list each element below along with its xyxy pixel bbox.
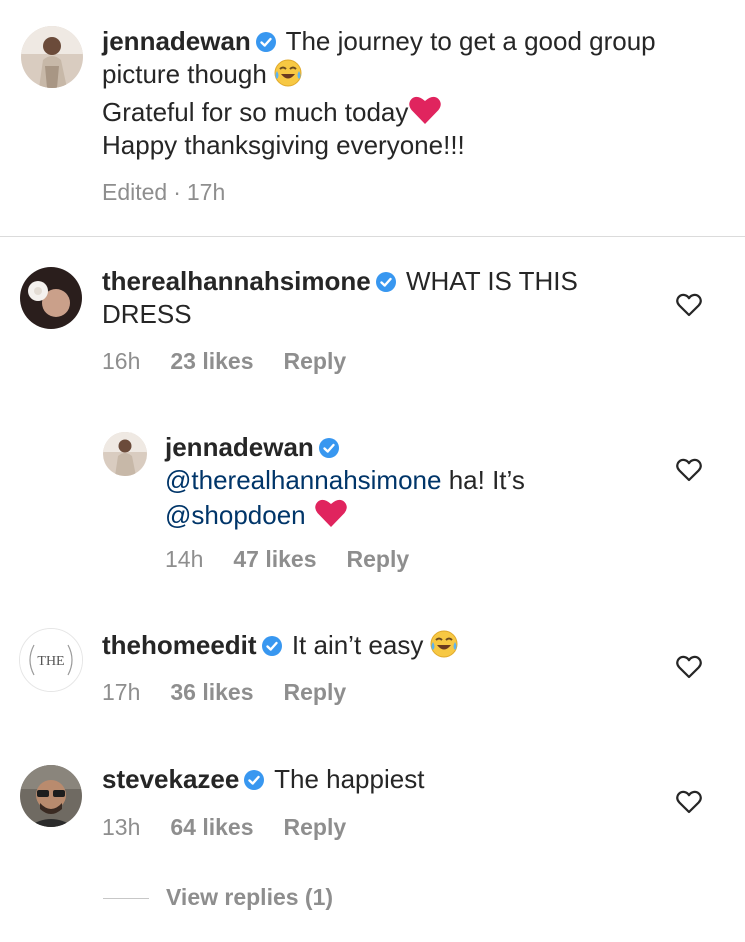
- verified-badge-icon: [261, 635, 283, 657]
- verified-badge-icon: [318, 437, 340, 459]
- view-replies-button[interactable]: View replies (1): [166, 884, 333, 911]
- face-with-tears-of-joy-icon: [273, 58, 303, 88]
- face-with-tears-of-joy-icon: [429, 629, 459, 659]
- reply-button[interactable]: Reply: [284, 814, 347, 840]
- avatar-stevekazee[interactable]: [20, 765, 82, 827]
- heart-outline-icon[interactable]: [676, 293, 702, 317]
- verified-badge-icon: [243, 769, 265, 791]
- comment-text-line-1: WHAT IS THIS: [405, 266, 578, 296]
- heart-outline-icon[interactable]: [676, 655, 702, 679]
- avatar-therealhannahsimone[interactable]: [20, 267, 82, 329]
- avatar-jennadewan-reply[interactable]: [103, 432, 147, 476]
- reply-text: jennadewan @therealhannahsimone ha! It’s…: [165, 431, 665, 532]
- caption-line-2: picture though: [102, 59, 267, 89]
- mention-link[interactable]: @shopdoen: [165, 500, 306, 530]
- view-replies-divider: [103, 898, 149, 899]
- comment-row: THE thehomeedit It ain’t easy 17h 36 like…: [0, 615, 745, 735]
- comment-text: thehomeedit It ain’t easy: [102, 629, 662, 662]
- verified-badge-icon: [375, 271, 397, 293]
- comment-text: stevekazee The happiest: [102, 763, 662, 796]
- avatar-jennadewan[interactable]: [21, 26, 83, 88]
- mention-link[interactable]: @therealhannahsimone: [165, 465, 441, 495]
- comment-time: 17h: [102, 679, 141, 705]
- caption-row: jennadewan The journey to get a good gro…: [0, 0, 745, 236]
- reply-text-line-1: ha! It’s: [448, 465, 525, 495]
- red-heart-icon: [408, 94, 442, 126]
- caption-line-1: The journey to get a good group: [285, 26, 656, 56]
- reply-row: jennadewan @therealhannahsimone ha! It’s…: [0, 420, 745, 590]
- comment-row: stevekazee The happiest 13h 64 likes Reply: [0, 750, 745, 870]
- reply-button[interactable]: Reply: [284, 679, 347, 705]
- comment-text-line-1: It ain’t easy: [291, 630, 424, 660]
- comment-time: 13h: [102, 814, 141, 840]
- comment-username[interactable]: therealhannahsimone: [102, 266, 371, 296]
- caption-text: jennadewan The journey to get a good gro…: [102, 25, 732, 162]
- caption-line-4: Happy thanksgiving everyone!!!: [102, 130, 465, 160]
- comment-text-line-2: DRESS: [102, 299, 192, 329]
- verified-badge-icon: [255, 31, 277, 53]
- reply-button[interactable]: Reply: [347, 546, 410, 572]
- caption-meta: Edited · 17h: [102, 179, 255, 206]
- comment-meta: 16h 23 likes Reply: [102, 348, 376, 375]
- heart-outline-icon[interactable]: [676, 458, 702, 482]
- comment-text-line-1: The happiest: [274, 764, 425, 794]
- avatar-thehomeedit[interactable]: THE: [19, 628, 83, 692]
- avatar-logo-text: THE: [37, 654, 64, 669]
- reply-meta: 14h 47 likes Reply: [165, 546, 439, 573]
- comment-meta: 13h 64 likes Reply: [102, 814, 376, 841]
- comment-time: 16h: [102, 348, 141, 374]
- reply-username[interactable]: jennadewan: [165, 432, 314, 462]
- caption-username[interactable]: jennadewan: [102, 26, 251, 56]
- comment-text: therealhannahsimone WHAT IS THIS DRESS: [102, 265, 662, 331]
- comment-likes[interactable]: 36 likes: [170, 679, 253, 705]
- comment-row: therealhannahsimone WHAT IS THIS DRESS 1…: [0, 237, 745, 407]
- reply-button[interactable]: Reply: [284, 348, 347, 374]
- reply-likes[interactable]: 47 likes: [233, 546, 316, 572]
- comment-likes[interactable]: 23 likes: [170, 348, 253, 374]
- comment-username[interactable]: thehomeedit: [102, 630, 257, 660]
- heart-outline-icon[interactable]: [676, 790, 702, 814]
- comment-likes[interactable]: 64 likes: [170, 814, 253, 840]
- comment-meta: 17h 36 likes Reply: [102, 679, 376, 706]
- comment-username[interactable]: stevekazee: [102, 764, 239, 794]
- caption-line-3: Grateful for so much today: [102, 97, 409, 127]
- reply-time: 14h: [165, 546, 204, 572]
- caption-time: 17h: [186, 179, 226, 205]
- caption-separator: ·: [173, 179, 181, 205]
- red-heart-icon: [314, 497, 348, 529]
- caption-edited: Edited: [102, 179, 168, 205]
